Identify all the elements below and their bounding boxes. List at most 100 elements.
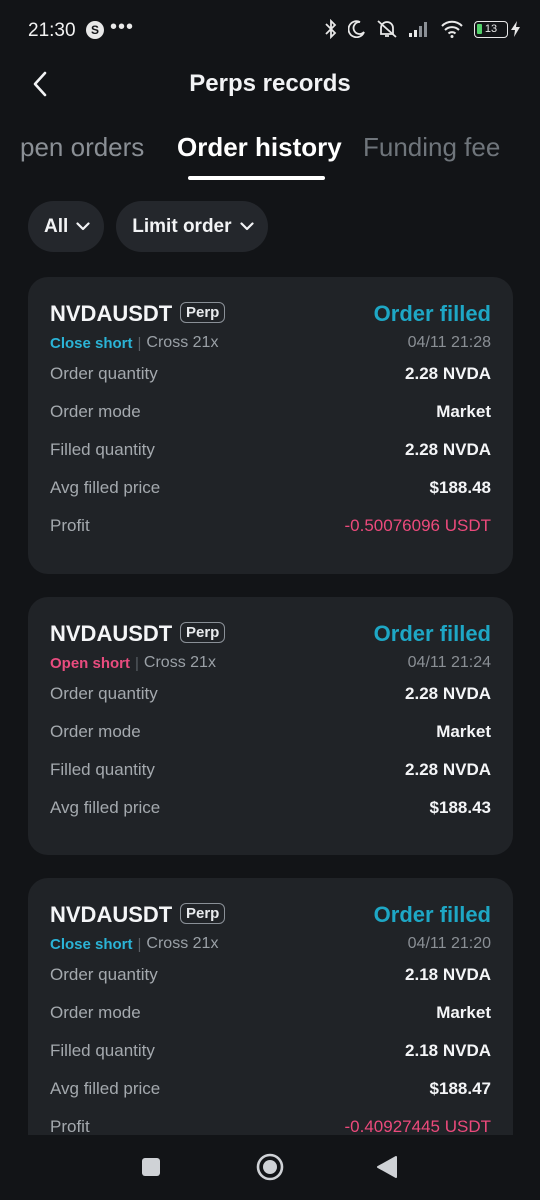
tab-order-history[interactable]: Order history (177, 132, 342, 163)
order-status: Order filled (373, 301, 491, 326)
order-detail-row: Profit -0.50076096 USDT (50, 507, 491, 545)
order-detail-row: Filled quantity 2.18 NVDA (50, 1032, 491, 1070)
row-label: Order quantity (50, 364, 158, 383)
row-label: Avg filled price (50, 1079, 161, 1098)
app-notification-icon: S (86, 21, 104, 39)
order-symbol: NVDAUSDT (50, 301, 173, 326)
scope-filter-dropdown[interactable]: All (28, 201, 105, 252)
battery-level (477, 23, 482, 34)
home-circle-icon (256, 1153, 284, 1181)
profit-value: -0.50076096 USDT (344, 516, 491, 535)
chevron-down-icon (239, 222, 254, 231)
row-value: $188.47 (429, 1079, 491, 1098)
order-symbol: NVDAUSDT (50, 902, 173, 927)
order-detail-row: Filled quantity 2.28 NVDA (50, 431, 491, 469)
separator: | (137, 334, 142, 352)
status-icons: 13 (324, 19, 520, 39)
system-back-button[interactable] (376, 1155, 398, 1184)
recents-square-icon (142, 1158, 160, 1176)
order-detail-row: Order mode Market (50, 994, 491, 1032)
order-history-list[interactable]: NVDAUSDT Perp Order filled Close short |… (28, 277, 513, 1135)
row-value: 2.18 NVDA (405, 965, 491, 984)
row-value: Market (436, 402, 491, 421)
separator: | (137, 935, 142, 953)
row-label: Avg filled price (50, 478, 161, 497)
scope-filter-label: All (44, 215, 69, 237)
row-label: Order mode (50, 722, 141, 741)
row-value: 2.28 NVDA (405, 440, 491, 459)
perp-badge: Perp (180, 302, 226, 323)
order-detail-row: Order quantity 2.18 NVDA (50, 956, 491, 994)
order-type-filter-dropdown[interactable]: Limit order (116, 201, 268, 252)
order-detail-row: Avg filled price $188.47 (50, 1070, 491, 1108)
back-triangle-icon (377, 1156, 397, 1178)
home-button[interactable] (256, 1153, 284, 1186)
row-label: Filled quantity (50, 1041, 155, 1060)
row-label: Order quantity (50, 965, 158, 984)
order-side: Close short (50, 334, 133, 352)
more-notifications-icon: ••• (110, 16, 135, 38)
order-card[interactable]: NVDAUSDT Perp Order filled Close short |… (28, 878, 513, 1135)
row-value: $188.48 (429, 478, 491, 497)
order-symbol: NVDAUSDT (50, 621, 173, 646)
order-detail-row: Order mode Market (50, 713, 491, 751)
order-detail-row: Filled quantity 2.28 NVDA (50, 751, 491, 789)
row-label: Order quantity (50, 684, 158, 703)
wifi-icon (441, 20, 463, 38)
order-card[interactable]: NVDAUSDT Perp Order filled Close short |… (28, 277, 513, 574)
moon-icon (348, 20, 365, 38)
tab-open-orders[interactable]: pen orders (20, 132, 144, 163)
charging-icon (511, 21, 520, 37)
order-detail-row: Avg filled price $188.43 (50, 789, 491, 827)
row-value: 2.28 NVDA (405, 760, 491, 779)
row-label: Profit (50, 516, 90, 535)
order-detail-row: Order quantity 2.28 NVDA (50, 355, 491, 393)
row-value: 2.28 NVDA (405, 684, 491, 703)
separator: | (135, 654, 139, 672)
page-title: Perps records (189, 70, 351, 97)
order-card[interactable]: NVDAUSDT Perp Order filled Open short | … (28, 597, 513, 855)
order-side: Open short (50, 654, 131, 672)
order-detail-row: Profit -0.40927445 USDT (50, 1108, 491, 1135)
row-label: Profit (50, 1117, 90, 1135)
row-label: Avg filled price (50, 798, 161, 817)
system-nav-bar (0, 1135, 540, 1200)
order-detail-row: Order mode Market (50, 393, 491, 431)
order-leverage: Cross 21x (146, 334, 219, 351)
order-detail-row: Avg filled price $188.48 (50, 469, 491, 507)
row-value: $188.43 (429, 798, 491, 817)
row-value: 2.28 NVDA (405, 364, 491, 383)
row-label: Filled quantity (50, 760, 155, 779)
perp-badge: Perp (180, 903, 226, 924)
order-type-filter-label: Limit order (132, 215, 232, 237)
row-label: Order mode (50, 402, 141, 421)
row-value: Market (436, 1003, 491, 1022)
signal-icon (409, 22, 427, 37)
battery-percent: 13 (484, 22, 498, 35)
order-detail-row: Order quantity 2.28 NVDA (50, 675, 491, 713)
row-label: Filled quantity (50, 440, 155, 459)
active-tab-indicator (188, 176, 325, 180)
bluetooth-icon (325, 19, 337, 39)
order-datetime: 04/11 21:20 (407, 935, 491, 952)
header: Perps records (0, 62, 540, 110)
recents-button[interactable] (141, 1157, 161, 1182)
order-datetime: 04/11 21:28 (407, 334, 491, 351)
row-value: Market (436, 722, 491, 741)
battery-icon: 13 (474, 20, 520, 38)
order-status: Order filled (373, 902, 491, 927)
bell-off-icon (377, 20, 397, 38)
order-datetime: 04/11 21:24 (407, 654, 491, 671)
status-time: 21:30 (28, 20, 76, 41)
profit-value: -0.40927445 USDT (344, 1117, 491, 1135)
tab-funding-fee[interactable]: Funding fee (363, 132, 500, 163)
order-status: Order filled (373, 621, 491, 646)
order-leverage: Cross 21x (143, 654, 216, 671)
order-side: Close short (50, 935, 133, 953)
chevron-down-icon (76, 222, 90, 231)
tab-bar: pen orders Order history Funding fee (0, 124, 540, 184)
row-value: 2.18 NVDA (405, 1041, 491, 1060)
status-bar: 21:30 S ••• 13 (0, 0, 540, 62)
filter-bar: All Limit order (28, 201, 268, 252)
order-leverage: Cross 21x (146, 935, 219, 952)
